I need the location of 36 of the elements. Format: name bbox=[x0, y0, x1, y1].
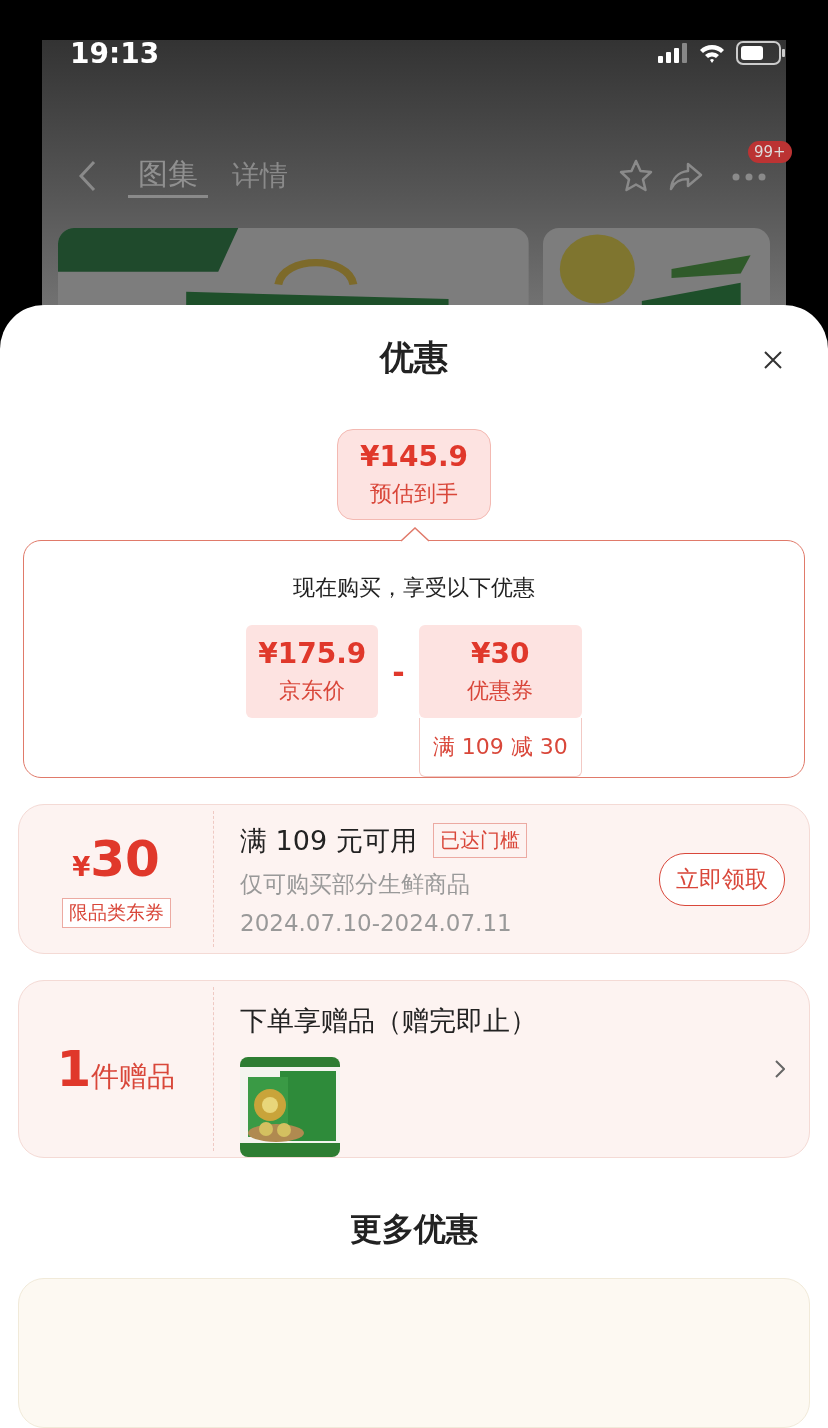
estimate-label: 预估到手 bbox=[370, 480, 458, 508]
claim-button[interactable]: 立即领取 bbox=[659, 852, 785, 906]
notification-badge: 99+ bbox=[748, 140, 792, 163]
price-label: 优惠券 bbox=[467, 677, 534, 705]
close-icon[interactable] bbox=[764, 351, 782, 369]
signal-icon bbox=[658, 43, 688, 63]
currency-sign: ¥ bbox=[72, 852, 91, 882]
coupon-condition: 满 109 减 30 bbox=[418, 718, 582, 777]
section-title: 更多优惠 bbox=[350, 1209, 478, 1250]
coupon-description: 仅可购买部分生鲜商品 bbox=[240, 869, 471, 899]
star-icon[interactable] bbox=[618, 158, 654, 194]
wifi-icon bbox=[698, 42, 726, 64]
gift-unit: 件赠品 bbox=[91, 1059, 176, 1095]
more-icon[interactable] bbox=[732, 171, 766, 182]
coupon-tag: 限品类东券 bbox=[61, 898, 171, 928]
battery-icon bbox=[736, 41, 786, 65]
threshold-tag: 已达门槛 bbox=[432, 823, 527, 858]
back-icon[interactable] bbox=[78, 160, 96, 192]
coupon-amount: 30 bbox=[90, 830, 160, 888]
coupon-dates: 2024.07.10-2024.07.11 bbox=[240, 909, 513, 936]
coupon-title: 满 109 元可用 bbox=[240, 823, 417, 858]
sheet-title: 优惠 bbox=[380, 336, 448, 379]
estimate-price: ¥145.9 bbox=[359, 440, 469, 473]
nav-tab[interactable]: 详情 bbox=[222, 157, 298, 195]
price-amount: ¥30 bbox=[471, 637, 530, 670]
price-label: 京东价 bbox=[279, 677, 346, 705]
breakdown-heading: 现在购买，享受以下优惠 bbox=[293, 574, 535, 602]
gift-card[interactable]: 1件赠品 下单享赠品（赠完即止） bbox=[18, 980, 810, 1158]
price-amount: ¥175.9 bbox=[258, 637, 367, 670]
share-icon[interactable] bbox=[668, 160, 704, 192]
minus-sign: - bbox=[392, 655, 405, 690]
gift-title: 下单享赠品（赠完即止） bbox=[240, 1004, 537, 1038]
nav-tab[interactable]: 图集 bbox=[128, 154, 208, 198]
chevron-right-icon bbox=[775, 1060, 785, 1078]
gift-count: 1 bbox=[56, 1040, 92, 1098]
status-time: 19:13 bbox=[70, 36, 160, 70]
